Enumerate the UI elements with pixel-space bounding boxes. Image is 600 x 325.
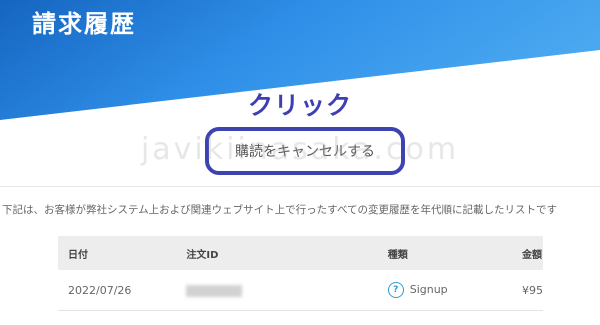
question-circle-icon[interactable]: ?: [387, 282, 404, 298]
column-header-order-id: 注文ID: [176, 236, 296, 270]
page-title: 請求履歴: [32, 10, 136, 38]
divider: [0, 186, 600, 187]
annotation-click-label: クリック: [247, 91, 352, 120]
column-header-date: 日付: [58, 236, 177, 270]
row-amount: ¥95: [498, 270, 543, 311]
row-date: 2022/07/26: [58, 270, 177, 311]
cancel-subscription-button[interactable]: 購読をキャンセルする: [217, 136, 393, 166]
row-type-label: Signup: [409, 283, 448, 296]
cancel-highlight-outline: 購読をキャンセルする: [205, 127, 405, 175]
history-description: 下記は、お客様が弊社システム上および関連ウェブサイト上で行ったすべての変更履歴を…: [2, 204, 558, 216]
row-type: ? Signup: [295, 270, 498, 311]
redacted-order-id: [186, 284, 243, 297]
table-header-row: 日付 注文ID 種類 金額: [58, 236, 543, 270]
column-header-amount: 金額: [498, 236, 543, 270]
billing-history-table: 日付 注文ID 種類 金額 2022/07/26 ? Signup ¥95: [58, 236, 543, 311]
row-order-id: [176, 270, 296, 311]
column-header-type: 種類: [295, 236, 498, 270]
table-row: 2022/07/26 ? Signup ¥95: [58, 270, 543, 311]
